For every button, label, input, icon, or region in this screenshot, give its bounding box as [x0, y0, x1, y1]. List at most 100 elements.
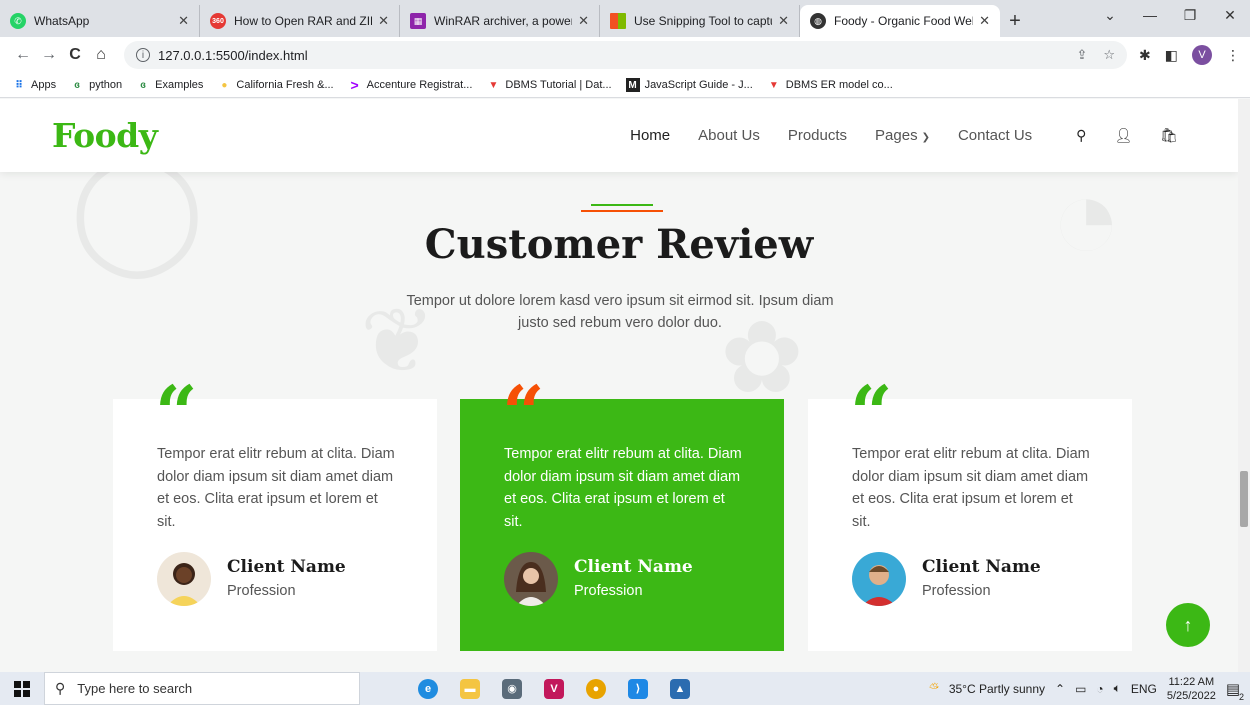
close-icon[interactable]: ✕ [178, 13, 189, 29]
search-icon: ⚲ [55, 680, 66, 696]
tab-title: WhatsApp [34, 14, 90, 28]
testimonial-text: Tempor erat elitr rebum at clita. Diam d… [852, 446, 1090, 530]
clock-date: 5/25/2022 [1166, 689, 1216, 702]
battery-icon[interactable]: ▭ [1075, 682, 1086, 696]
site-menu: Home About Us Products Pages ❯ Contact Us [630, 127, 1032, 144]
speaker-icon[interactable]: 🔈︎ [1114, 681, 1121, 696]
avatar [852, 552, 906, 606]
restore-icon[interactable]: ❐ [1170, 0, 1210, 30]
tab-search-icon[interactable]: ⌄ [1090, 0, 1130, 30]
bookmark-accenture[interactable]: > Accenture Registrat... [348, 77, 473, 93]
browser-tab-strip: ✆ WhatsApp ✕ 360 How to Open RAR and ZIP… [0, 0, 1250, 37]
chrome-icon[interactable]: ● [586, 678, 606, 699]
bookmark-python[interactable]: ɞ python [70, 78, 122, 92]
camera-icon[interactable]: ◉ [502, 678, 522, 699]
close-icon[interactable]: ✕ [578, 13, 589, 29]
forward-icon[interactable]: → [36, 46, 62, 64]
avatar [157, 552, 211, 606]
quote-icon: “ [850, 371, 893, 457]
tab-title: Use Snipping Tool to capture [634, 14, 773, 28]
geeks-icon: ɞ [74, 79, 80, 91]
testimonial-card: “ Tempor erat elitr rebum at clita. Diam… [808, 377, 1132, 651]
bookmark-star-icon[interactable]: ☆ [1103, 47, 1115, 63]
whatsapp-icon: ✆ [10, 13, 26, 29]
bookmark-california[interactable]: ● California Fresh &... [217, 78, 333, 92]
browser-tab-rar[interactable]: 360 How to Open RAR and ZIP Fi ✕ [200, 5, 400, 37]
quote-icon: “ [155, 371, 198, 457]
address-bar[interactable]: i 127.0.0.1:5500/index.html ⇪ ☆ [124, 41, 1128, 69]
tab-title: How to Open RAR and ZIP Fi [234, 14, 372, 28]
close-icon[interactable]: ✕ [979, 13, 990, 29]
clock[interactable]: 11:22 AM 5/25/2022 [1167, 675, 1216, 703]
browser-tab-snipping[interactable]: Use Snipping Tool to capture ✕ [600, 5, 800, 37]
search-icon[interactable]: ⚲ [1076, 127, 1086, 144]
user-icon[interactable]: 👤︎ [1114, 127, 1132, 144]
site-navbar: Foody Home About Us Products Pages ❯ Cont… [0, 99, 1238, 172]
profile-avatar[interactable]: V [1192, 45, 1212, 65]
close-icon[interactable]: ✕ [378, 13, 389, 29]
avatar [504, 552, 558, 606]
new-tab-button[interactable]: + [1000, 5, 1030, 37]
vs-icon[interactable]: V [544, 678, 564, 699]
menu-pages[interactable]: Pages ❯ [875, 127, 930, 144]
taskbar-search-input[interactable]: ⚲ Type here to search [44, 672, 360, 705]
bookmark-apps[interactable]: ⠿ Apps [12, 78, 56, 92]
weather-text[interactable]: 35°C Partly sunny [949, 682, 1045, 696]
menu-home[interactable]: Home [630, 127, 670, 144]
page-viewport: ◯ ◔ ❦ ✿ Foody Home About Us Products Pag… [0, 99, 1250, 672]
reload-icon[interactable]: C [62, 46, 88, 64]
tab-title: Foody - Organic Food Websi [834, 14, 974, 28]
side-panel-icon[interactable]: ◧ [1165, 47, 1178, 64]
url-text: 127.0.0.1:5500/index.html [158, 47, 308, 63]
browser-tab-foody[interactable]: ◍ Foody - Organic Food Websi ✕ [800, 5, 1000, 37]
home-icon[interactable]: ⌂ [88, 46, 114, 64]
section-subtitle: Tempor ut dolore lorem kasd vero ipsum s… [406, 293, 834, 331]
quote-icon: “ [502, 371, 545, 457]
bookmark-label: DBMS Tutorial | Dat... [505, 79, 612, 91]
back-icon[interactable]: ← [10, 46, 36, 64]
notification-count: 2 [1238, 691, 1244, 702]
bookmark-label: DBMS ER model co... [785, 79, 893, 91]
browser-tab-whatsapp[interactable]: ✆ WhatsApp ✕ [0, 5, 200, 37]
client-profession: Profession [227, 583, 296, 599]
site-logo[interactable]: Foody [52, 116, 158, 155]
info-icon[interactable]: i [136, 48, 150, 62]
menu-contact-us[interactable]: Contact Us [958, 127, 1032, 144]
bookmarks-bar: ⠿ Apps ɞ python ɞ Examples ● California Fres… [0, 73, 1250, 98]
scrollbar-thumb[interactable] [1240, 471, 1248, 527]
wifi-icon[interactable]: ◔ [1096, 682, 1103, 696]
file-explorer-icon[interactable]: ▬ [460, 678, 480, 699]
share-icon[interactable]: ⇪ [1076, 47, 1087, 63]
clock-time: 11:22 AM [1168, 675, 1215, 688]
arrow-up-icon: ↑ [1183, 614, 1193, 635]
bookmark-javascript[interactable]: M JavaScript Guide - J... [625, 78, 753, 92]
language-indicator[interactable]: ENG [1131, 682, 1157, 696]
testimonial-card-highlighted: “ Tempor erat elitr rebum at clita. Diam… [460, 377, 784, 651]
mdn-icon: M [625, 78, 640, 92]
tab-title: WinRAR archiver, a powerful [434, 14, 573, 28]
menu-about-us[interactable]: About Us [698, 127, 760, 144]
windows-start-button[interactable] [0, 672, 44, 705]
photos-icon[interactable]: ▲ [670, 678, 690, 699]
bookmark-examples[interactable]: ɞ Examples [136, 78, 203, 92]
shopping-bag-icon[interactable]: 🛍︎ [1160, 127, 1178, 144]
minimize-icon[interactable]: — [1130, 0, 1170, 30]
back-to-top-button[interactable]: ↑ [1166, 603, 1210, 647]
close-window-icon[interactable]: ✕ [1210, 0, 1250, 30]
menu-kebab-icon[interactable]: ⋮ [1226, 47, 1240, 64]
extensions-icon[interactable]: ✱ [1139, 47, 1151, 64]
tray-chevron-up-icon[interactable]: ⌃ [1055, 682, 1065, 696]
menu-products[interactable]: Products [788, 127, 847, 144]
testimonial-card: “ Tempor erat elitr rebum at clita. Diam… [113, 377, 437, 651]
edge-icon[interactable]: e [418, 678, 438, 699]
browser-tab-winrar[interactable]: ▦ WinRAR archiver, a powerful ✕ [400, 5, 600, 37]
bookmark-dbms[interactable]: ▼ DBMS Tutorial | Dat... [486, 78, 611, 92]
menu-pages-label: Pages [875, 127, 918, 144]
window-controls: ⌄ — ❐ ✕ [1090, 0, 1250, 37]
notification-icon[interactable]: ▤ 2 [1226, 680, 1244, 702]
close-icon[interactable]: ✕ [778, 13, 789, 29]
bookmark-dbms-er[interactable]: ▼ DBMS ER model co... [767, 78, 893, 92]
vscode-icon[interactable]: ⟩ [628, 678, 648, 699]
page-scrollbar[interactable] [1238, 99, 1250, 672]
dbms-icon: ▼ [488, 79, 499, 91]
